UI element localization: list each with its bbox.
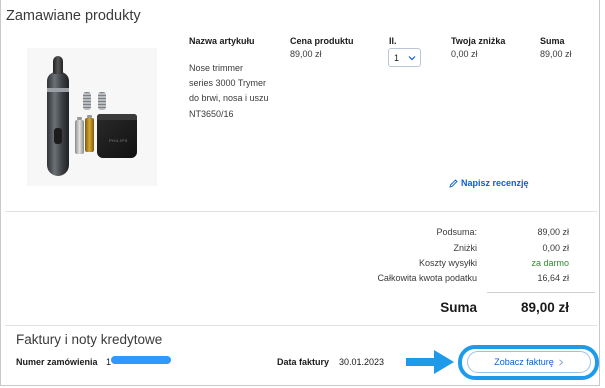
trimmer-switch: [54, 128, 62, 144]
comb-attachment: [98, 92, 106, 110]
view-invoice-label: Zobacz fakturę: [494, 357, 554, 367]
column-header-qty: Il.: [389, 36, 397, 46]
discounts-value: 0,00 zł: [542, 243, 569, 253]
invoice-date-value: 30.01.2023: [339, 357, 385, 367]
chevron-down-icon: [408, 55, 416, 60]
order-products-panel: Zamawiane produkty PHILIPS Nazwa artykuł…: [0, 0, 600, 386]
column-header-total: Suma: [540, 36, 565, 46]
battery-illustration: [85, 115, 94, 152]
invoices-title: Faktury i noty kredytowe: [16, 332, 163, 347]
trimmer-tip: [53, 56, 63, 74]
invoice-date-label: Data faktury: [277, 357, 330, 367]
pouch-logo: PHILIPS: [109, 138, 128, 143]
redaction-mark: [111, 356, 171, 364]
battery-illustration: [75, 117, 84, 154]
column-header-name: Nazwa artykułu: [189, 36, 255, 46]
divider: [5, 325, 597, 326]
grand-total-value: 89,00 zł: [520, 300, 569, 315]
discounts-label: Zniżki: [453, 243, 477, 253]
comb-attachment: [83, 92, 91, 110]
grand-total-label: Suma: [440, 300, 477, 315]
shipping-value: za darmo: [531, 258, 569, 268]
product-price: 89,00 zł: [290, 49, 322, 59]
write-review-label: Napisz recenzję: [461, 178, 529, 188]
trimmer-collar: [47, 88, 69, 92]
write-review-link[interactable]: Napisz recenzję: [449, 178, 529, 188]
column-header-price: Cena produktu: [290, 36, 354, 46]
subtotal-label: Podsuma:: [436, 227, 477, 237]
chevron-right-icon: [558, 358, 564, 366]
divider: [5, 211, 597, 212]
product-image[interactable]: PHILIPS: [27, 48, 157, 186]
pouch-illustration: PHILIPS: [97, 114, 137, 158]
product-total: 89,00 zł: [540, 49, 572, 59]
arrow-right-icon: [406, 350, 454, 374]
tax-label: Całkowita kwota podatku: [377, 273, 477, 283]
quantity-select[interactable]: 1: [388, 48, 421, 67]
quantity-value: 1: [394, 52, 400, 63]
product-discount: 0,00 zł: [451, 49, 478, 59]
order-number-label: Numer zamówienia: [16, 357, 98, 367]
shipping-label: Koszty wysyłki: [418, 258, 477, 268]
view-invoice-button[interactable]: Zobacz fakturę: [467, 351, 591, 373]
column-header-discount: Twoja zniżka: [451, 36, 506, 46]
product-name[interactable]: Nose trimmer series 3000 Trymer do brwi,…: [189, 61, 269, 122]
tax-value: 16,64 zł: [537, 273, 569, 283]
section-title: Zamawiane produkty: [6, 8, 141, 24]
subtotal-value: 89,00 zł: [537, 227, 569, 237]
divider: [487, 292, 595, 293]
pencil-icon: [449, 178, 458, 188]
